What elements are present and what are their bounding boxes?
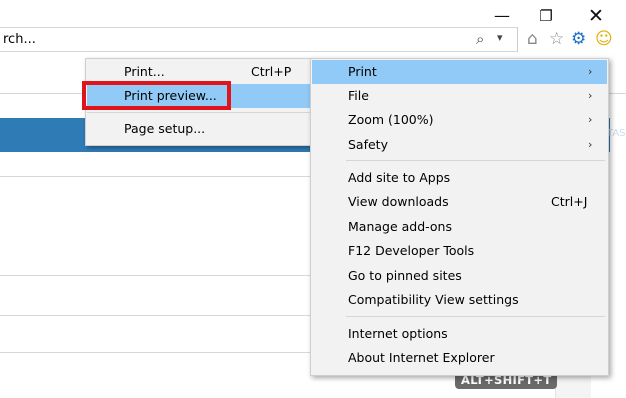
menu-item-label: Print [348,64,377,79]
address-bar[interactable] [0,27,518,52]
menu-item-page-setup[interactable]: Page setup... [87,117,311,141]
menu-item-f12-developer-tools[interactable]: F12 Developer Tools [312,239,607,263]
home-icon[interactable]: ⌂ [527,29,538,49]
menu-item-label: Go to pinned sites [348,268,462,283]
chevron-down-icon[interactable]: ▾ [497,31,503,44]
close-button[interactable]: ✕ [573,0,619,32]
menu-item-label: About Internet Explorer [348,350,495,365]
menu-item-label: Compatibility View settings [348,292,519,307]
menu-item-label: F12 Developer Tools [348,243,475,258]
menu-item-add-site-to-apps[interactable]: Add site to Apps [312,166,607,190]
menu-item-manage-add-ons[interactable]: Manage add-ons [312,215,607,239]
menu-separator [87,112,311,113]
menu-separator [346,316,605,317]
menu-item-file[interactable]: File › [312,84,607,108]
chevron-right-icon: › [588,138,593,151]
menu-item-shortcut: Ctrl+P [251,64,292,79]
menu-item-label: Manage add-ons [348,219,452,234]
restore-button[interactable]: ❐ [523,0,569,32]
menu-item-label: View downloads [348,194,449,209]
menu-separator [346,160,605,161]
menu-item-safety[interactable]: Safety › [312,133,607,157]
menu-item-label: Safety [348,137,388,152]
menu-item-compatibility-view-settings[interactable]: Compatibility View settings [312,288,607,312]
menu-item-label: Page setup... [124,121,206,136]
chevron-right-icon: › [588,89,593,102]
menu-item-shortcut: Ctrl+J [551,194,588,209]
menu-item-about-internet-explorer[interactable]: About Internet Explorer [312,346,607,370]
page-divider [0,352,310,353]
menu-item-view-downloads[interactable]: View downloads Ctrl+J [312,190,607,214]
favorites-star-icon[interactable]: ☆ [549,29,564,49]
menu-item-internet-options[interactable]: Internet options [312,322,607,346]
chevron-right-icon: › [588,113,593,126]
menu-item-zoom[interactable]: Zoom (100%) › [312,108,607,132]
menu-item-label: Zoom (100%) [348,112,434,127]
menu-item-label: Internet options [348,326,448,341]
menu-item-go-to-pinned-sites[interactable]: Go to pinned sites [312,264,607,288]
search-icon[interactable]: ⌕ [476,30,484,48]
address-bar-divider [517,27,518,52]
address-bar-text[interactable]: rch... [3,32,36,47]
page-divider [0,315,310,316]
page-header-text: TAS [607,128,626,139]
menu-item-label: File [348,88,369,103]
menu-item-label: Add site to Apps [348,170,451,185]
page-divider [0,176,310,177]
page-divider [0,275,310,276]
highlight-annotation-box [82,81,231,110]
gear-icon[interactable]: ⚙ [571,29,586,49]
smiley-icon[interactable]: ☺ [595,29,613,49]
menu-item-print[interactable]: Print › [312,60,607,84]
chevron-right-icon: › [588,65,593,78]
